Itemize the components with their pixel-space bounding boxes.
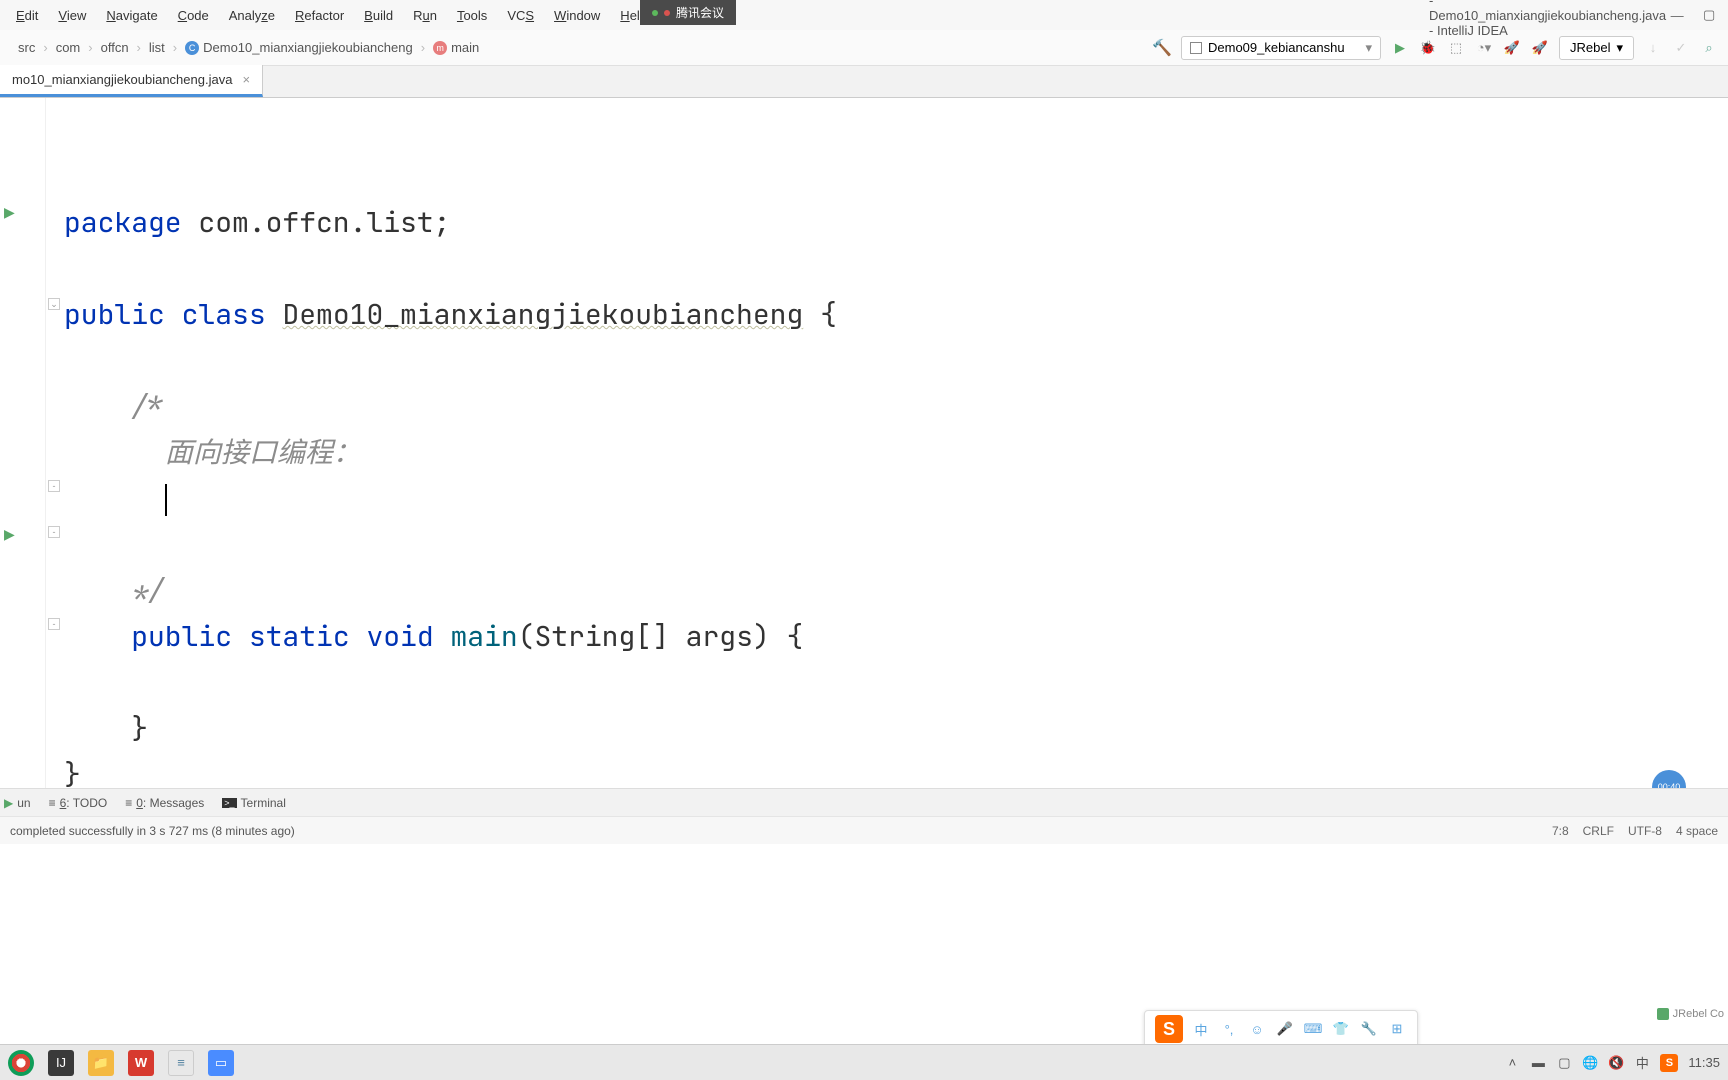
ime-mic-icon[interactable]: 🎤 (1275, 1019, 1295, 1039)
editor-area[interactable]: ▶ ▶ ⌄ - - - package com.offcn.list; publ… (0, 98, 1728, 788)
tab-label: mo10_mianxiangjiekoubiancheng.java (12, 72, 232, 87)
jrebel-label: JRebel (1570, 40, 1610, 55)
menu-edit[interactable]: Edit (8, 4, 46, 27)
search-icon[interactable]: ⌕ (1700, 39, 1718, 57)
ime-lang[interactable]: 中 (1191, 1019, 1211, 1039)
meeting-label: 腾讯会议 (676, 4, 724, 21)
jrebel-debug-icon[interactable]: 🚀 (1531, 39, 1549, 57)
task-eclipse[interactable]: ≡ (168, 1050, 194, 1076)
run-button[interactable]: ▶ (1391, 39, 1409, 57)
ime-punct-icon[interactable]: °, (1219, 1019, 1239, 1039)
menu-build[interactable]: Build (356, 4, 401, 27)
crumb-class[interactable]: CDemo10_mianxiangjiekoubiancheng (177, 37, 421, 58)
tray-volume-icon[interactable]: 🔇 (1608, 1055, 1624, 1071)
tray-sogou-icon[interactable]: S (1660, 1054, 1678, 1072)
task-wps[interactable]: W (128, 1050, 154, 1076)
jrebel-selector[interactable]: JRebel ▾ (1559, 36, 1634, 60)
ime-more-icon[interactable]: ⊞ (1387, 1019, 1407, 1039)
run-config-selector[interactable]: Demo09_kebiancanshu ▾ (1181, 36, 1381, 60)
tray-clock[interactable]: 11:35 (1688, 1055, 1720, 1070)
fold-region-icon[interactable]: - (48, 526, 60, 538)
menu-code[interactable]: Code (170, 4, 217, 27)
method-icon: m (433, 41, 447, 55)
menu-run[interactable]: Run (405, 4, 445, 27)
profile-button[interactable]: ◔▾ (1475, 39, 1493, 57)
ime-skin-icon[interactable]: 👕 (1331, 1019, 1351, 1039)
minimize-icon[interactable]: — (1670, 8, 1684, 22)
menu-view[interactable]: View (50, 4, 94, 27)
ime-panel[interactable]: S 中 °, ☺ 🎤 ⌨ 👕 🔧 ⊞ (1144, 1010, 1418, 1048)
tray-network-icon[interactable]: 🌐 (1582, 1055, 1598, 1071)
bottom-tool-window-bar: ▶un ≡6: TODO ≡0: Messages >_Terminal (0, 788, 1728, 816)
jrebel-run-icon[interactable]: 🚀 (1503, 39, 1521, 57)
crumb-list[interactable]: list (141, 37, 173, 58)
task-chrome[interactable] (8, 1050, 34, 1076)
debug-button[interactable]: 🐞 (1419, 39, 1437, 57)
editor-tab-active[interactable]: mo10_mianxiangjiekoubiancheng.java × (0, 65, 263, 97)
status-position[interactable]: 7:8 (1552, 824, 1569, 838)
task-intellij[interactable]: IJ (48, 1050, 74, 1076)
task-explorer[interactable]: 📁 (88, 1050, 114, 1076)
chevron-down-icon: ▾ (1616, 40, 1623, 56)
menu-analyze[interactable]: Analyze (221, 4, 283, 27)
menubar: Edit View Navigate Code Analyze Refactor… (0, 0, 1728, 30)
editor-tabs: mo10_mianxiangjiekoubiancheng.java × (0, 66, 1728, 98)
crumb-method[interactable]: mmain (425, 37, 487, 58)
taskbar: IJ 📁 W ≡ ▭ ˄ ▬ ▢ 🌐 🔇 中 S 11:35 (0, 1044, 1728, 1080)
run-config-label: Demo09_kebiancanshu (1208, 40, 1345, 55)
crumb-com[interactable]: com (48, 37, 89, 58)
tool-todo[interactable]: ≡6: TODO (49, 796, 108, 810)
crumb-src[interactable]: src (10, 37, 43, 58)
status-bar: completed successfully in 3 s 727 ms (8 … (0, 816, 1728, 844)
crumb-offcn[interactable]: offcn (93, 37, 137, 58)
maximize-icon[interactable]: ▢ (1702, 8, 1716, 22)
status-line-separator[interactable]: CRLF (1583, 824, 1614, 838)
menu-window[interactable]: Window (546, 4, 608, 27)
current-line-highlight (64, 384, 1728, 430)
run-class-gutter-icon[interactable]: ▶ (4, 204, 15, 221)
menu-vcs[interactable]: VCS (499, 4, 542, 27)
breadcrumb: src › com › offcn › list › CDemo10_mianx… (0, 37, 487, 58)
fold-gutter: ⌄ - - - (46, 98, 64, 788)
build-icon[interactable]: 🔨 (1153, 39, 1171, 57)
fold-end-icon[interactable]: - (48, 480, 60, 492)
tray-battery-icon[interactable]: ▬ (1530, 1055, 1546, 1071)
gutter: ▶ ▶ (0, 98, 46, 788)
tray-ime-icon[interactable]: 中 (1634, 1055, 1650, 1071)
signal-icon (652, 10, 658, 16)
ime-tool-icon[interactable]: 🔧 (1359, 1019, 1379, 1039)
text-cursor (165, 484, 167, 516)
fold-region-icon[interactable]: ⌄ (48, 298, 60, 310)
ime-keyboard-icon[interactable]: ⌨ (1303, 1019, 1323, 1039)
chevron-down-icon: ▾ (1365, 40, 1372, 56)
tray-monitor-icon[interactable]: ▢ (1556, 1055, 1572, 1071)
tool-run[interactable]: ▶un (4, 796, 31, 810)
status-indent[interactable]: 4 space (1676, 824, 1718, 838)
code-editor[interactable]: package com.offcn.list; public class Dem… (64, 98, 1728, 788)
class-icon: C (185, 41, 199, 55)
commit-icon[interactable]: ✓ (1672, 39, 1690, 57)
run-method-gutter-icon[interactable]: ▶ (4, 526, 15, 543)
ime-emoji-icon[interactable]: ☺ (1247, 1019, 1267, 1039)
close-tab-icon[interactable]: × (242, 72, 250, 87)
menu-tools[interactable]: Tools (449, 4, 495, 27)
jrebel-tool[interactable]: JRebel Co (1657, 1008, 1724, 1020)
menu-navigate[interactable]: Navigate (98, 4, 165, 27)
status-message: completed successfully in 3 s 727 ms (8 … (10, 824, 1552, 838)
sogou-icon: S (1155, 1015, 1183, 1043)
fold-end-icon[interactable]: - (48, 618, 60, 630)
record-icon (664, 10, 670, 16)
application-icon (1190, 42, 1202, 54)
meeting-overlay[interactable]: 腾讯会议 (640, 0, 736, 25)
window-title: - Demo10_mianxiangjiekoubiancheng.java -… (659, 0, 1666, 38)
status-encoding[interactable]: UTF-8 (1628, 824, 1662, 838)
menu-refactor[interactable]: Refactor (287, 4, 352, 27)
coverage-button[interactable]: ⬚ (1447, 39, 1465, 57)
tool-terminal[interactable]: >_Terminal (222, 796, 286, 810)
tray-chevron-icon[interactable]: ˄ (1504, 1055, 1520, 1071)
jrebel-icon (1657, 1008, 1669, 1020)
tool-messages[interactable]: ≡0: Messages (125, 796, 204, 810)
task-meeting[interactable]: ▭ (208, 1050, 234, 1076)
update-icon[interactable]: ↓ (1644, 39, 1662, 57)
